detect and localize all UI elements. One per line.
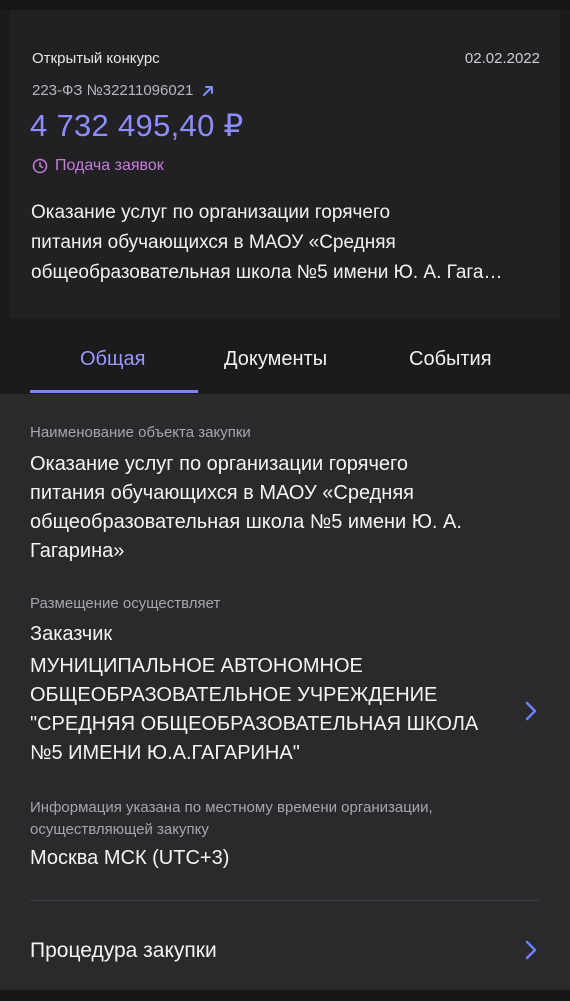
placement-label: Размещение осуществляет [30,595,221,612]
tab-documents[interactable]: Документы [224,348,327,371]
timezone-label-line: осуществляющей закупку [30,821,209,838]
object-value: Оказание услуг по организации горячего п… [30,450,462,566]
customer-line: "СРЕДНЯЯ ОБЩЕОБРАЗОВАТЕЛЬНАЯ ШКОЛА [30,713,479,735]
tender-type: Открытый конкурс [32,50,160,67]
procedure-label: Процедура закупки [30,939,217,962]
tender-description: Оказание услуг по организации горячего п… [31,198,546,288]
timezone-label: Информация указана по местному времени о… [30,797,433,841]
object-line: общеобразовательная школа №5 имени Ю. А. [30,511,462,533]
tab-events[interactable]: События [409,348,492,371]
tender-status: Подача заявок [32,157,164,175]
description-line: питания обучающихся в МАОУ «Средняя [31,232,396,253]
object-line: питания обучающихся в МАОУ «Средняя [30,482,415,504]
active-tab-indicator [30,390,198,393]
object-line: Оказание услуг по организации горячего [30,453,408,475]
external-link-arrow-icon [203,85,214,96]
timezone-label-line: Информация указана по местному времени о… [30,799,433,816]
top-strip [0,0,570,10]
procedure-row[interactable]: Процедура закупки [0,901,570,1001]
chevron-right-icon [525,940,537,960]
tender-card[interactable]: Открытый конкурс 02.02.2022 223-ФЗ №3221… [10,10,560,318]
bottom-strip [0,990,570,1000]
tender-price: 4 732 495,40 ₽ [30,108,244,143]
registry-number-link[interactable]: 223-ФЗ №32211096021 [32,82,215,99]
details-panel: Наименование объекта закупки Оказание ус… [0,394,570,990]
customer-line: МУНИЦИПАЛЬНОЕ АВТОНОМНОЕ [30,655,363,677]
timezone-value: Москва МСК (UTC+3) [30,847,230,869]
customer-line: №5 ИМЕНИ Ю.А.ГАГАРИНА" [30,742,300,764]
customer-name-link[interactable]: МУНИЦИПАЛЬНОЕ АВТОНОМНОЕ ОБЩЕОБРАЗОВАТЕЛ… [30,652,510,768]
tab-general[interactable]: Общая [80,348,145,371]
clock-icon [32,158,48,174]
object-line: Гагарина» [30,540,125,562]
chevron-right-icon[interactable] [525,701,537,721]
description-line: общеобразовательная школа №5 имени Ю. А.… [31,262,503,283]
tab-bar: Общая Документы События [0,330,570,394]
tender-date: 02.02.2022 [464,50,540,67]
placement-role: Заказчик [30,623,113,645]
description-line: Оказание услуг по организации горячего [31,202,391,223]
status-label: Подача заявок [55,157,164,174]
customer-line: ОБЩЕОБРАЗОВАТЕЛЬНОЕ УЧРЕЖДЕНИЕ [30,684,438,706]
registry-number: 223-ФЗ №32211096021 [32,82,194,99]
object-label: Наименование объекта закупки [30,424,251,441]
